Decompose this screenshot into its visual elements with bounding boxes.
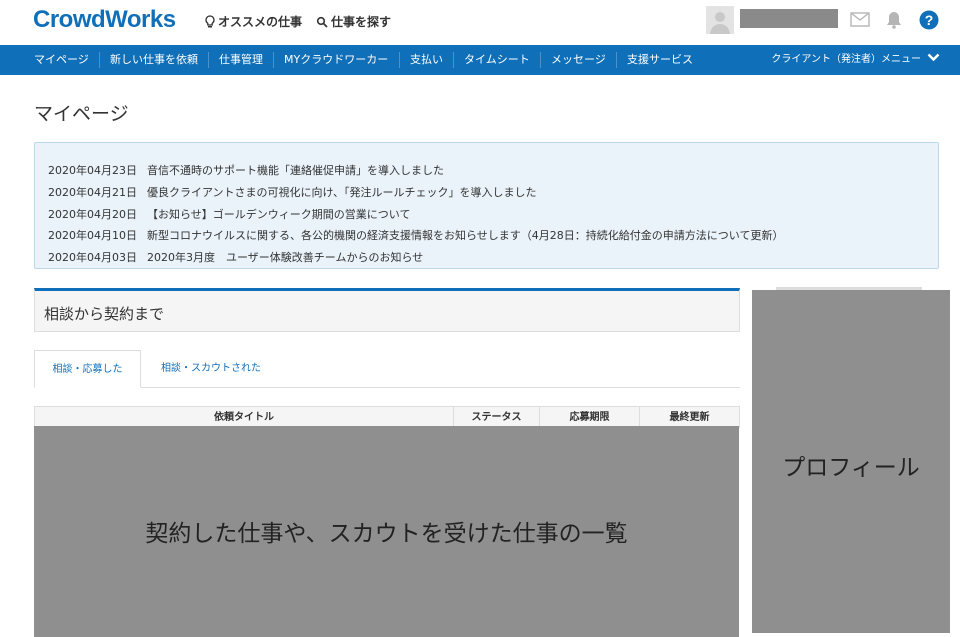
news-text: 【お知らせ】ゴールデンウィーク期間の営業について	[147, 208, 411, 221]
jobs-table-header: 依頼タイトル ステータス 応募期限 最終更新	[34, 406, 740, 429]
bell-icon[interactable]	[885, 10, 903, 33]
chevron-down-icon	[927, 45, 940, 75]
job-list-placeholder: 契約した仕事や、スカウトを受けた仕事の一覧	[34, 426, 739, 637]
news-date: 2020年04月20日	[48, 208, 137, 221]
news-text: 音信不通時のサポート機能「連絡催促申請」を導入しました	[147, 164, 444, 177]
news-date: 2020年04月03日	[48, 251, 137, 264]
nav-divider	[616, 52, 617, 68]
consult-tabs: 相談・応募した 相談・スカウトされた	[34, 350, 740, 388]
page-title: マイページ	[34, 103, 129, 125]
help-icon-label: ?	[925, 12, 934, 28]
help-icon[interactable]: ?	[919, 10, 939, 34]
news-date: 2020年04月10日	[48, 229, 137, 242]
profile-placeholder: プロフィール	[752, 290, 950, 633]
news-item[interactable]: 2020年04月23日 音信不通時のサポート機能「連絡催促申請」を導入しました	[48, 162, 444, 178]
news-box: 2020年04月23日 音信不通時のサポート機能「連絡催促申請」を導入しました 2…	[34, 142, 939, 269]
lightbulb-icon	[205, 14, 215, 29]
news-text: 2020年3月度 ユーザー体験改善チームからのお知らせ	[147, 251, 424, 264]
nav-new-request[interactable]: 新しい仕事を依頼	[110, 45, 198, 75]
nav-my-crowdworkers[interactable]: MYクラウドワーカー	[284, 45, 388, 75]
consult-section-header: 相談から契約まで	[34, 288, 740, 332]
client-menu-dropdown[interactable]: クライアント（発注者）メニュー	[771, 45, 940, 75]
tab-applied[interactable]: 相談・応募した	[34, 350, 141, 388]
nav-job-management[interactable]: 仕事管理	[219, 45, 263, 75]
nav-timesheet[interactable]: タイムシート	[464, 45, 530, 75]
avatar[interactable]	[706, 6, 734, 34]
nav-divider	[453, 52, 454, 68]
tab-scouted[interactable]: 相談・スカウトされた	[141, 350, 281, 388]
news-item[interactable]: 2020年04月21日 優良クライアントさまの可視化に向け、「発注ルールチェック」…	[48, 184, 537, 200]
mail-icon[interactable]	[850, 12, 870, 31]
search-icon	[316, 16, 328, 28]
recommended-jobs-link[interactable]: オススメの仕事	[205, 13, 302, 30]
news-text: 新型コロナウイルスに関する、各公的機関の経済支援情報をお知らせします（4月28日…	[147, 229, 784, 242]
news-text: 優良クライアントさまの可視化に向け、「発注ルールチェック」を導入しました	[147, 186, 537, 199]
consult-section-title: 相談から契約まで	[44, 305, 165, 323]
client-menu-label: クライアント（発注者）メニュー	[771, 54, 921, 65]
news-item[interactable]: 2020年04月10日 新型コロナウイルスに関する、各公的機関の経済支援情報をお知…	[48, 227, 783, 243]
nav-divider	[399, 52, 400, 68]
news-date: 2020年04月21日	[48, 186, 137, 199]
profile-placeholder-label: プロフィール	[782, 455, 920, 481]
username-redacted	[740, 9, 838, 28]
news-item[interactable]: 2020年04月20日 【お知らせ】ゴールデンウィーク期間の営業について	[48, 206, 410, 222]
news-item[interactable]: 2020年04月03日 2020年3月度 ユーザー体験改善チームからのお知らせ	[48, 249, 423, 265]
nav-support-services[interactable]: 支援サービス	[627, 45, 693, 75]
nav-messages[interactable]: メッセージ	[551, 45, 606, 75]
find-jobs-label: 仕事を探す	[331, 15, 392, 29]
nav-mypage[interactable]: マイページ	[34, 45, 89, 75]
header: CrowdWorks オススメの仕事 仕事を探す ?	[0, 0, 960, 45]
global-nav: マイページ 新しい仕事を依頼 仕事管理 MYクラウドワーカー 支払い タイムシー…	[0, 45, 960, 75]
nav-divider	[208, 52, 209, 68]
nav-payment[interactable]: 支払い	[410, 45, 443, 75]
job-list-placeholder-label: 契約した仕事や、スカウトを受けた仕事の一覧	[145, 521, 628, 547]
find-jobs-link[interactable]: 仕事を探す	[316, 13, 391, 30]
crowdworks-logo[interactable]: CrowdWorks	[33, 6, 176, 34]
nav-divider	[273, 52, 274, 68]
nav-divider	[99, 52, 100, 68]
recommended-jobs-label: オススメの仕事	[218, 15, 303, 29]
news-date: 2020年04月23日	[48, 164, 137, 177]
nav-divider	[540, 52, 541, 68]
